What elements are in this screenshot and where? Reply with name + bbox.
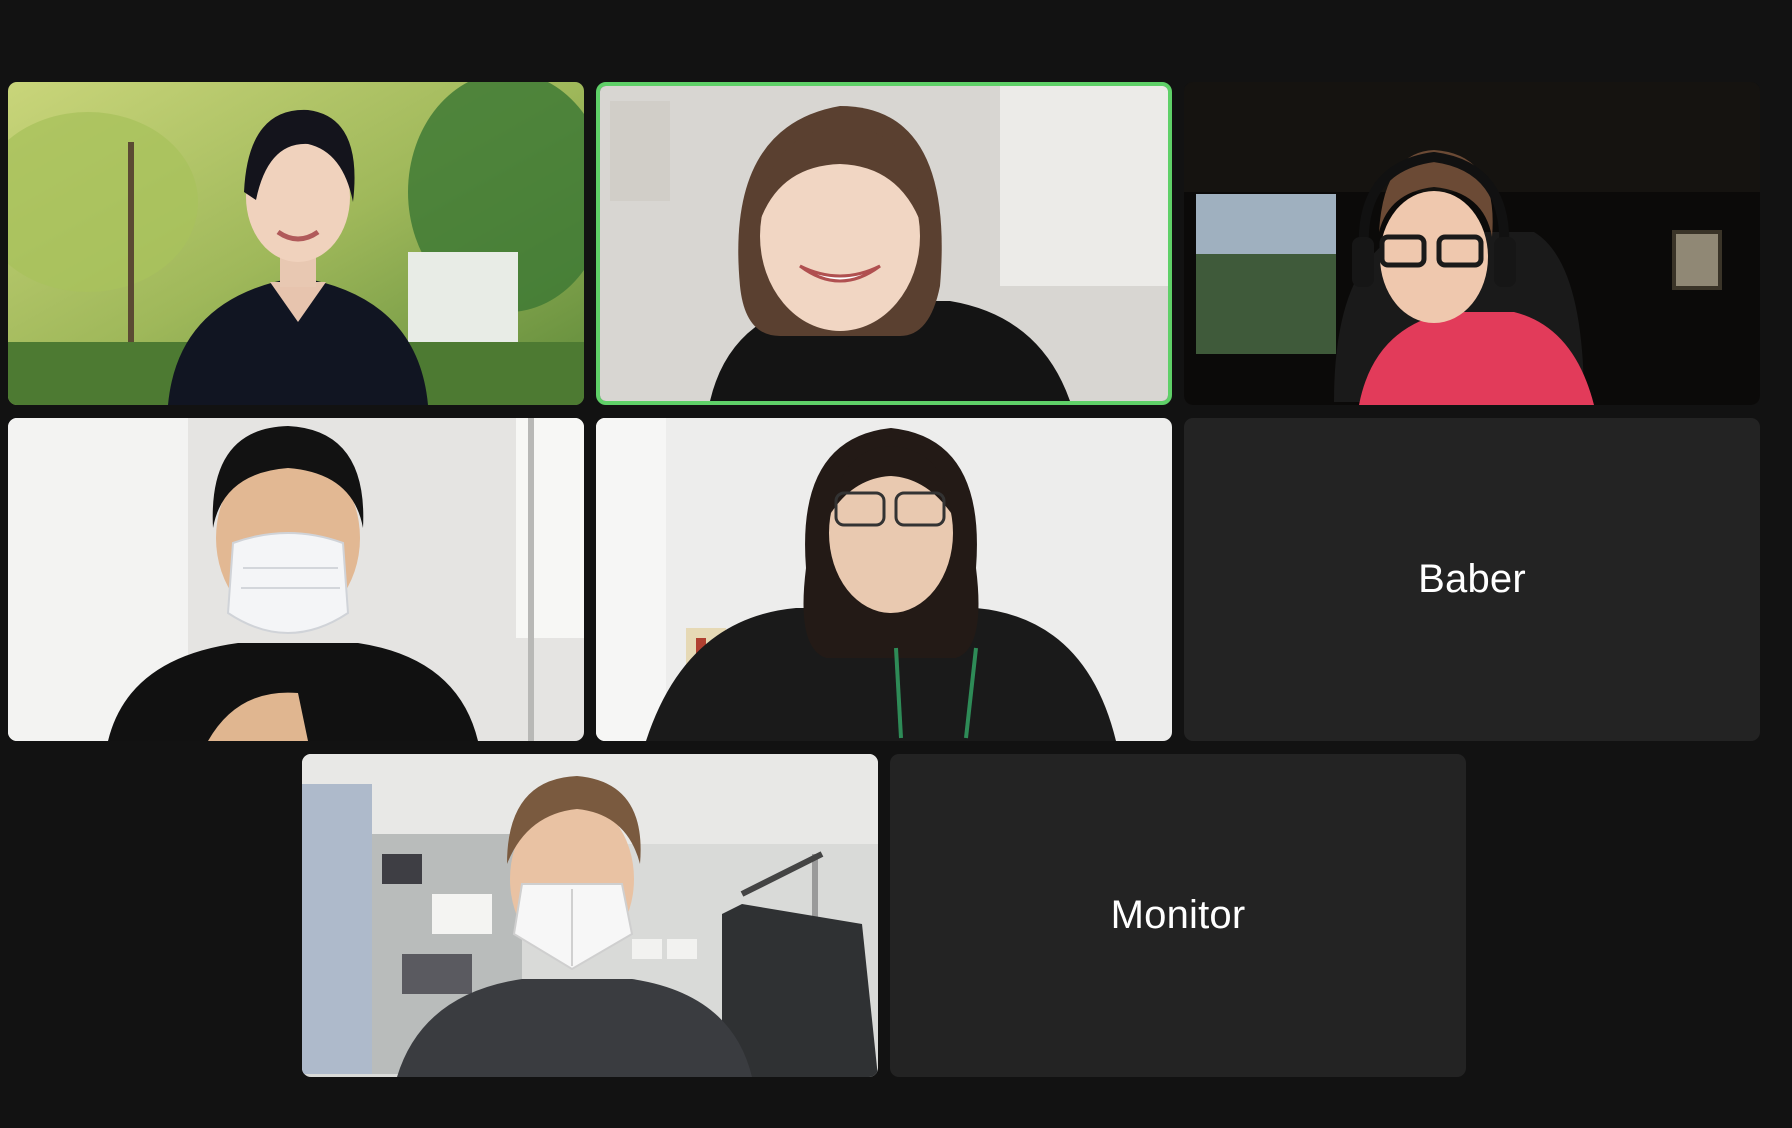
- participant-video-tile-5[interactable]: [596, 418, 1172, 741]
- participant-video-1: [8, 82, 584, 405]
- participant-name: Monitor: [1110, 893, 1246, 937]
- participant-video-tile-2[interactable]: [596, 82, 1172, 405]
- participant-video-tile-3[interactable]: [1184, 82, 1760, 405]
- participant-video-2: [600, 86, 1168, 401]
- participant-video-4: [8, 418, 584, 741]
- video-gallery: Baber Monitor: [0, 0, 1792, 1128]
- participant-name: Baber: [1418, 557, 1526, 601]
- participant-name-tile-baber[interactable]: Baber: [1184, 418, 1760, 741]
- participant-video-5: [596, 418, 1172, 741]
- participant-video-7: [302, 754, 878, 1077]
- participant-video-tile-1[interactable]: [8, 82, 584, 405]
- participant-name-tile-monitor[interactable]: Monitor: [890, 754, 1466, 1077]
- participant-video-3: [1184, 82, 1760, 405]
- participant-video-tile-7[interactable]: [302, 754, 878, 1077]
- participant-video-tile-4[interactable]: [8, 418, 584, 741]
